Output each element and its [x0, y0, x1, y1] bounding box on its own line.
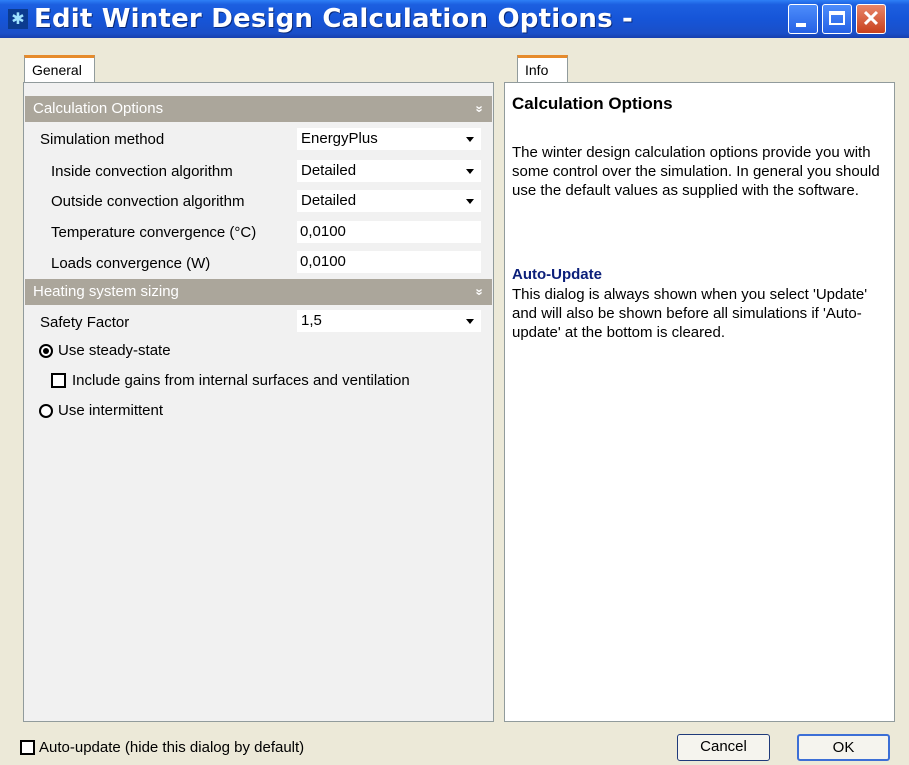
dropdown-arrow-icon[interactable]	[466, 199, 474, 204]
ok-button[interactable]: OK	[797, 734, 890, 761]
include-gains-checkbox[interactable]	[51, 373, 66, 388]
loads-convergence-value: 0,0100	[300, 253, 346, 270]
info-title: Calculation Options	[512, 94, 673, 113]
window-title: Edit Winter Design Calculation Options -	[34, 4, 634, 34]
temperature-convergence-label: Temperature convergence (°C)	[51, 224, 257, 241]
outside-convection-label: Outside convection algorithm	[51, 193, 245, 210]
steady-state-label: Use steady-state	[58, 342, 171, 359]
auto-update-checkbox[interactable]	[20, 740, 35, 755]
safety-factor-label: Safety Factor	[40, 314, 130, 331]
intermittent-radio[interactable]	[39, 404, 53, 418]
section-title: Heating system sizing	[33, 283, 179, 300]
section-title: Calculation Options	[33, 100, 164, 117]
info-subtitle: Auto-Update	[512, 266, 602, 283]
cancel-button[interactable]: Cancel	[677, 734, 770, 761]
simulation-method-label: Simulation method	[40, 131, 165, 148]
safety-factor-value: 1,5	[301, 312, 322, 329]
outside-convection-value: Detailed	[301, 192, 357, 209]
inside-convection-value: Detailed	[301, 162, 357, 179]
loads-convergence-input[interactable]: 0,0100	[297, 251, 481, 273]
section-header-calculation-options[interactable]: Calculation Options »	[25, 96, 492, 122]
intermittent-label: Use intermittent	[58, 402, 164, 419]
include-gains-label: Include gains from internal surfaces and…	[72, 372, 410, 389]
minimize-button[interactable]	[788, 4, 818, 34]
safety-factor-select[interactable]: 1,5	[297, 310, 481, 332]
info-paragraph-1: The winter design calculation options pr…	[512, 144, 880, 199]
temperature-convergence-value: 0,0100	[300, 223, 346, 240]
temperature-convergence-input[interactable]: 0,0100	[297, 221, 481, 243]
dropdown-arrow-icon[interactable]	[466, 319, 474, 324]
inside-convection-select[interactable]: Detailed	[297, 160, 481, 182]
auto-update-label: Auto-update (hide this dialog by default…	[39, 739, 305, 756]
dropdown-arrow-icon[interactable]	[466, 169, 474, 174]
title-bar[interactable]: ✱ Edit Winter Design Calculation Options…	[0, 0, 909, 38]
inside-convection-label: Inside convection algorithm	[51, 163, 233, 180]
dropdown-arrow-icon[interactable]	[466, 137, 474, 142]
tab-general[interactable]: General	[24, 55, 95, 83]
tab-info[interactable]: Info	[517, 55, 568, 83]
outside-convection-select[interactable]: Detailed	[297, 190, 481, 212]
simulation-method-value: EnergyPlus	[301, 130, 378, 147]
simulation-method-select[interactable]: EnergyPlus	[297, 128, 481, 150]
maximize-button[interactable]	[822, 4, 852, 34]
app-icon[interactable]: ✱	[8, 9, 28, 29]
loads-convergence-label: Loads convergence (W)	[51, 255, 211, 272]
steady-state-radio[interactable]	[39, 344, 53, 358]
collapse-icon[interactable]: »	[466, 105, 492, 112]
info-paragraph-2: This dialog is always shown when you sel…	[512, 286, 868, 341]
close-button[interactable]	[856, 4, 886, 34]
section-header-heating-system-sizing[interactable]: Heating system sizing »	[25, 279, 492, 305]
collapse-icon[interactable]: »	[466, 288, 492, 295]
